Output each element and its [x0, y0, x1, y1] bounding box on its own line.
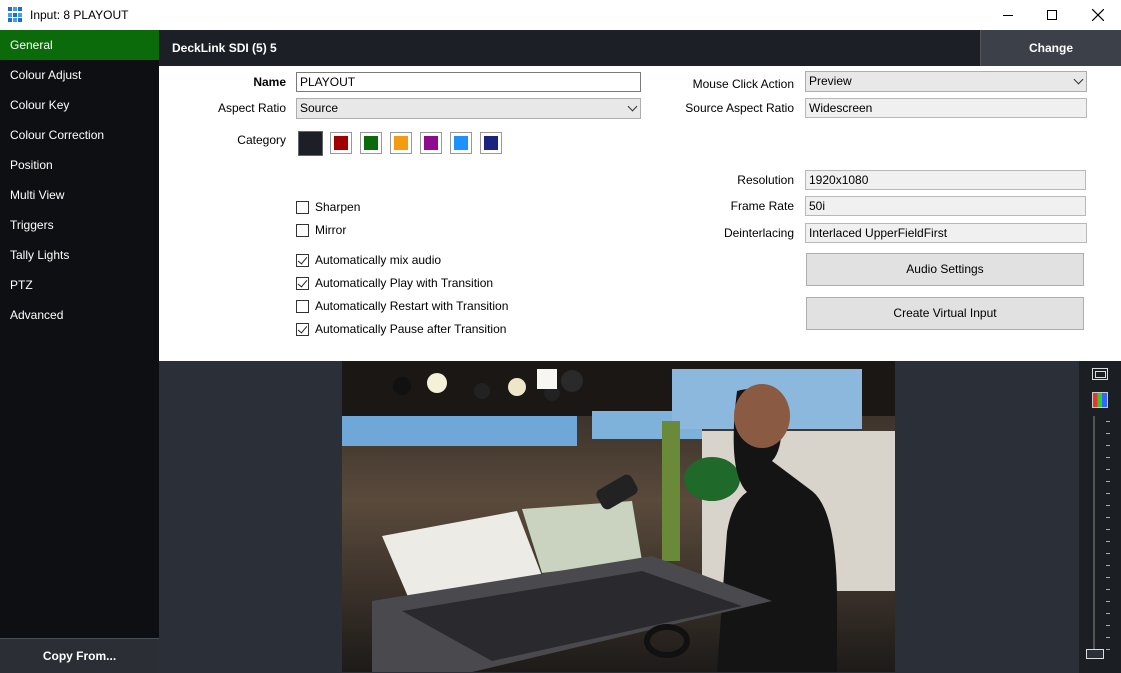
category-swatch-red[interactable]: [330, 132, 352, 154]
resolution-label: Resolution: [737, 173, 794, 187]
auto-mix-audio-checkbox[interactable]: [296, 253, 309, 267]
source-aspect-ratio-label: Source Aspect Ratio: [685, 101, 794, 115]
colour-bars-icon[interactable]: [1092, 392, 1108, 408]
category-swatch-orange[interactable]: [390, 132, 412, 154]
sidebar-item-multi-view[interactable]: Multi View: [0, 180, 159, 210]
studio-video-frame: [342, 361, 895, 672]
sidebar: General Colour Adjust Colour Key Colour …: [0, 30, 159, 673]
auto-play-transition-label: Automatically Play with Transition: [315, 276, 494, 290]
category-swatch-navy[interactable]: [480, 132, 502, 154]
auto-mix-audio-label: Automatically mix audio: [315, 253, 442, 267]
maximize-button[interactable]: [1029, 0, 1075, 30]
mirror-checkbox-row[interactable]: Mirror: [296, 222, 346, 238]
category-swatch-green[interactable]: [360, 132, 382, 154]
sidebar-item-tally-lights[interactable]: Tally Lights: [0, 240, 159, 270]
auto-pause-transition-label: Automatically Pause after Transition: [315, 322, 507, 336]
mirror-checkbox[interactable]: [296, 223, 309, 237]
swatch-fill: [334, 136, 348, 150]
aspect-ratio-select[interactable]: Source: [296, 98, 641, 119]
window-title: Input: 8 PLAYOUT: [30, 8, 129, 22]
mouse-click-action-label: Mouse Click Action: [692, 77, 794, 91]
deinterlacing-field: Interlaced UpperFieldFirst: [805, 223, 1087, 243]
deinterlacing-label: Deinterlacing: [723, 226, 794, 240]
create-virtual-input-button[interactable]: Create Virtual Input: [806, 297, 1084, 330]
auto-restart-transition-row[interactable]: Automatically Restart with Transition: [296, 298, 508, 314]
input-source-title: DeckLink SDI (5) 5: [172, 41, 277, 55]
minimize-button[interactable]: [985, 0, 1031, 30]
close-button[interactable]: [1075, 0, 1121, 30]
chevron-down-icon: [1073, 74, 1084, 85]
swatch-fill: [299, 132, 322, 155]
auto-pause-transition-row[interactable]: Automatically Pause after Transition: [296, 321, 506, 337]
swatch-fill: [424, 136, 438, 150]
change-button[interactable]: Change: [980, 30, 1121, 66]
auto-restart-transition-label: Automatically Restart with Transition: [315, 299, 509, 313]
sidebar-item-general[interactable]: General: [0, 30, 159, 60]
app-grid-icon: [8, 7, 24, 23]
audio-settings-button[interactable]: Audio Settings: [806, 253, 1084, 286]
preview-side-controls: [1079, 361, 1121, 673]
sidebar-item-colour-correction[interactable]: Colour Correction: [0, 120, 159, 150]
sidebar-item-triggers[interactable]: Triggers: [0, 210, 159, 240]
source-aspect-ratio-field: Widescreen: [805, 98, 1087, 118]
sharpen-checkbox[interactable]: [296, 200, 309, 214]
volume-slider-track[interactable]: [1093, 416, 1095, 656]
chevron-down-icon: [627, 101, 638, 112]
aspect-ratio-value: Source: [300, 101, 339, 115]
category-swatch-blue[interactable]: [450, 132, 472, 154]
name-label: Name: [253, 75, 286, 89]
category-label: Category: [237, 133, 286, 147]
category-swatch-dark[interactable]: [298, 131, 323, 156]
mouse-click-action-value: Preview: [809, 74, 852, 88]
title-bar: Input: 8 PLAYOUT: [0, 0, 1121, 30]
auto-pause-transition-checkbox[interactable]: [296, 322, 309, 336]
video-preview[interactable]: [342, 361, 895, 672]
name-input[interactable]: PLAYOUT: [296, 72, 641, 92]
input-header: DeckLink SDI (5) 5 Change: [159, 30, 1121, 66]
copy-from-button[interactable]: Copy From...: [0, 638, 159, 673]
fullscreen-icon[interactable]: [1092, 368, 1108, 380]
sidebar-item-advanced[interactable]: Advanced: [0, 300, 159, 330]
sidebar-item-position[interactable]: Position: [0, 150, 159, 180]
sharpen-label: Sharpen: [315, 200, 361, 214]
mirror-label: Mirror: [315, 223, 347, 237]
swatch-fill: [484, 136, 498, 150]
frame-rate-field: 50i: [805, 196, 1086, 216]
swatch-fill: [364, 136, 378, 150]
minimize-icon: [1003, 14, 1013, 16]
sidebar-item-colour-key[interactable]: Colour Key: [0, 90, 159, 120]
sharpen-checkbox-row[interactable]: Sharpen: [296, 199, 360, 215]
maximize-icon: [1047, 10, 1057, 20]
category-swatch-purple[interactable]: [420, 132, 442, 154]
swatch-fill: [454, 136, 468, 150]
auto-mix-audio-row[interactable]: Automatically mix audio: [296, 252, 441, 268]
close-icon: [1092, 9, 1104, 21]
swatch-fill: [394, 136, 408, 150]
auto-play-transition-checkbox[interactable]: [296, 276, 309, 290]
general-settings-panel: Name PLAYOUT Aspect Ratio Source Categor…: [159, 66, 1121, 361]
sidebar-item-colour-adjust[interactable]: Colour Adjust: [0, 60, 159, 90]
volume-slider-ticks: [1106, 421, 1110, 651]
preview-area: [159, 361, 1079, 673]
aspect-ratio-label: Aspect Ratio: [217, 101, 286, 115]
volume-slider-thumb[interactable]: [1086, 649, 1104, 659]
auto-play-transition-row[interactable]: Automatically Play with Transition: [296, 275, 493, 291]
auto-restart-transition-checkbox[interactable]: [296, 299, 309, 313]
sidebar-item-ptz[interactable]: PTZ: [0, 270, 159, 300]
mouse-click-action-select[interactable]: Preview: [805, 71, 1087, 92]
frame-rate-label: Frame Rate: [730, 199, 794, 213]
resolution-field: 1920x1080: [805, 170, 1086, 190]
